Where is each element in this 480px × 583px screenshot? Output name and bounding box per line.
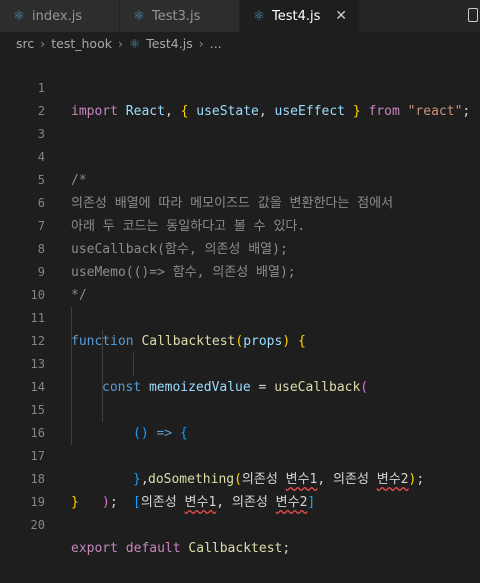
code-line: 5 의존성 배열에 따라 메모이즈드 값을 변환한다는 점에서 [0, 146, 480, 211]
code-line: 6 아래 두 코드는 동일하다고 볼 수 있다. [0, 169, 480, 234]
chevron-right-icon: › [40, 35, 46, 51]
close-icon[interactable]: ✕ [335, 8, 347, 24]
tab-bar-empty [360, 0, 480, 32]
chevron-right-icon: › [117, 35, 123, 51]
indent-guide [71, 353, 72, 376]
chevron-right-icon: › [198, 35, 204, 51]
code-line: 9 */ [0, 238, 480, 303]
code-line: 2 [0, 77, 480, 118]
breadcrumb-more[interactable]: ... [210, 36, 222, 51]
tab-label: index.js [32, 8, 83, 24]
code-line: 12 const memoizedValue = useCallback( [0, 307, 480, 395]
line-number: 20 [30, 518, 45, 532]
code-line: 10 [0, 261, 480, 302]
tab-label: Test3.js [152, 8, 201, 24]
code-line: 11 function Callbacktest(props) { [0, 284, 480, 349]
react-icon: ⚛ [13, 8, 25, 24]
indent-guide [102, 376, 103, 399]
indent-guide [71, 399, 72, 422]
react-icon: ⚛ [253, 8, 265, 24]
react-icon: ⚛ [128, 35, 141, 51]
indent-guide [71, 376, 72, 399]
indent-guide [102, 353, 103, 376]
breadcrumb-test-hook[interactable]: test_hook [51, 36, 112, 51]
breadcrumb-file[interactable]: Test4.js [146, 36, 193, 51]
indent-guide [102, 330, 103, 353]
code-line: 14 doSomething(의존성 변수1, 의존성 변수2); [0, 353, 480, 487]
code-line: 4 /* [0, 123, 480, 188]
code-line: 1 import React, { useState, useEffect } … [0, 54, 480, 119]
indent-guide [71, 422, 72, 445]
indent-guide [133, 353, 134, 376]
code-line: 16 [의존성 변수1, 의존성 변수2] [0, 399, 480, 510]
indent-guide [71, 330, 72, 353]
code-line: 7 useCallback(함수, 의존성 배열); [0, 192, 480, 257]
code-line: 15 }, [0, 376, 480, 487]
tab-label: Test4.js [272, 8, 321, 24]
breadcrumb: src › test_hook › ⚛ Test4.js › ... [0, 32, 480, 54]
indent-guide [102, 399, 103, 422]
code-text: export default Callbacktest; [71, 541, 291, 556]
code-editor[interactable]: 1 import React, { useState, useEffect } … [0, 54, 480, 556]
code-line: 3 [0, 100, 480, 141]
code-line: 8 useMemo(()=> 함수, 의존성 배열); [0, 215, 480, 280]
code-line: 13 () => { [0, 330, 480, 441]
tab-bar: ⚛ index.js ⚛ Test3.js ⚛ Test4.js ✕ [0, 0, 480, 32]
indent-guide [71, 307, 72, 330]
react-icon: ⚛ [133, 8, 145, 24]
code-line: 17 ); [0, 422, 480, 510]
tab-test3-js[interactable]: ⚛ Test3.js [120, 0, 240, 32]
tab-test4-js[interactable]: ⚛ Test4.js ✕ [240, 0, 360, 32]
code-line: 20 export default Callbacktest; [0, 491, 480, 556]
code-line: 18 } [0, 445, 480, 510]
breadcrumb-src[interactable]: src [16, 36, 34, 51]
code-line: 19 [0, 468, 480, 509]
split-editor-icon[interactable] [468, 8, 478, 22]
tab-index-js[interactable]: ⚛ index.js [0, 0, 120, 32]
